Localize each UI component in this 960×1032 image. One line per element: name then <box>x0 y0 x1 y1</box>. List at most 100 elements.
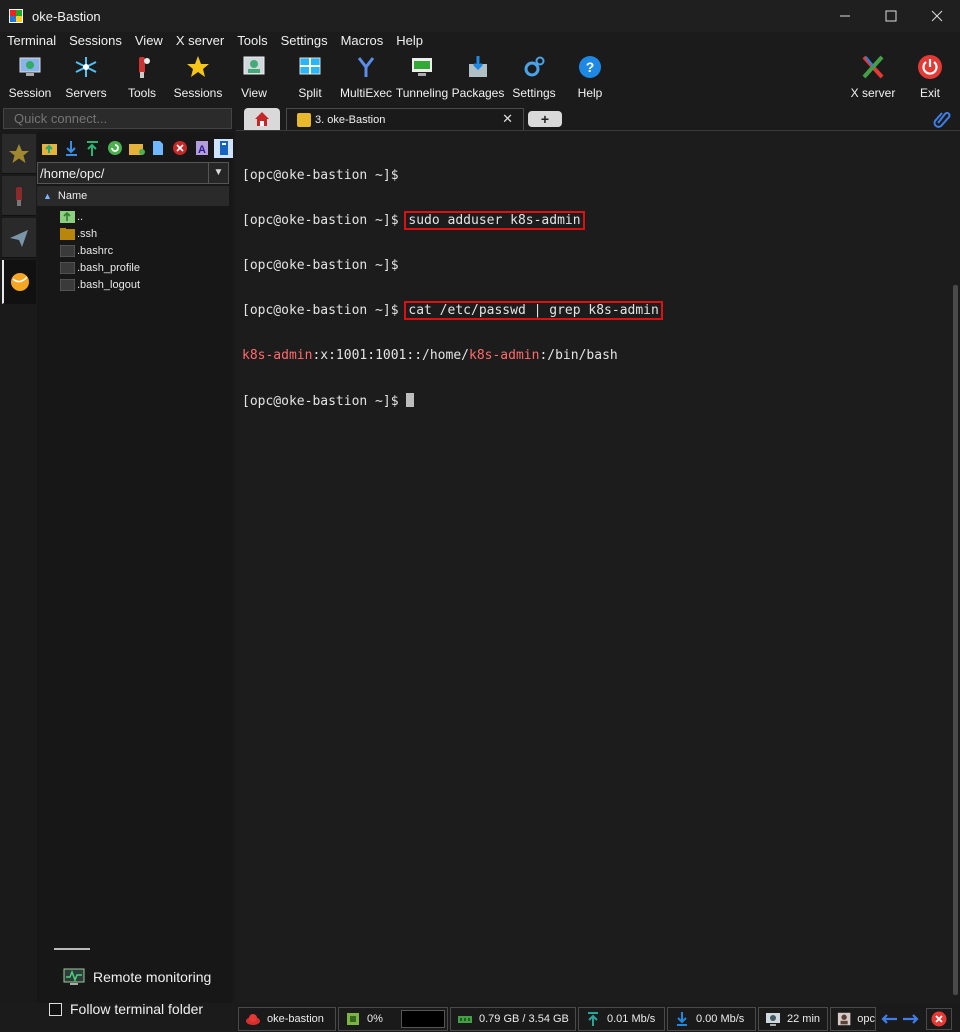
menu-settings[interactable]: Settings <box>274 32 334 50</box>
cpu-icon <box>347 1012 359 1025</box>
home-tab[interactable] <box>244 108 280 130</box>
upload-button[interactable] <box>84 139 103 158</box>
list-item-parent[interactable]: .. <box>37 208 229 225</box>
servers-icon <box>75 57 97 77</box>
tab-oke-bastion[interactable]: 3. oke-Bastion ✕ <box>286 108 524 130</box>
star-icon <box>187 56 209 77</box>
close-icon <box>931 1011 947 1026</box>
tunneling-icon <box>412 58 432 76</box>
sftp-browser: A ▼ ▲Name .. .ssh .bashrc . <box>37 132 234 1003</box>
new-tab-button[interactable]: + <box>528 111 562 127</box>
menu-terminal[interactable]: Terminal <box>0 32 62 50</box>
star-icon <box>9 143 29 163</box>
upload-icon <box>87 140 99 156</box>
delete-icon <box>173 141 188 155</box>
new-file-button[interactable] <box>149 139 168 158</box>
highlighted-command-adduser: sudo adduser k8s-admin <box>404 211 585 230</box>
file-list: .. .ssh .bashrc .bash_profile .bash_logo… <box>37 208 229 293</box>
list-item-bash-profile[interactable]: .bash_profile <box>37 259 229 276</box>
tab-bar: 3. oke-Bastion ✕ + <box>236 108 960 130</box>
x-server-icon <box>862 55 884 79</box>
status-memory: 0.79 GB / 3.54 GB <box>450 1006 576 1031</box>
maximize-button[interactable] <box>868 0 914 32</box>
menu-x-server[interactable]: X server <box>169 32 230 50</box>
menu-view[interactable]: View <box>128 32 169 50</box>
exit-button[interactable]: Exit <box>902 52 958 100</box>
tools-icon <box>139 57 150 78</box>
new-file-icon <box>153 141 164 155</box>
help-icon: ? <box>579 56 601 78</box>
quick-connect-input[interactable] <box>3 108 232 129</box>
status-cpu: 0% <box>338 1006 448 1031</box>
previous-tab-button[interactable] <box>878 1009 900 1029</box>
file-list-header[interactable]: ▲ Name <box>37 186 229 206</box>
settings-button[interactable]: Settings <box>506 52 562 100</box>
menu-help[interactable]: Help <box>389 32 429 50</box>
remote-monitoring-button[interactable]: Remote monitoring <box>63 968 211 986</box>
download-button[interactable] <box>62 139 81 158</box>
parent-folder-button[interactable] <box>40 139 59 158</box>
view-icon <box>243 56 265 75</box>
path-dropdown-button[interactable]: ▼ <box>208 163 228 183</box>
follow-terminal-folder-option[interactable]: Follow terminal folder <box>49 1001 203 1017</box>
view-button[interactable]: View <box>226 52 282 100</box>
folder-up-icon <box>60 210 75 223</box>
packages-icon <box>469 56 487 77</box>
panel-resize-handle[interactable] <box>54 948 90 950</box>
menu-sessions[interactable]: Sessions <box>62 32 128 50</box>
download-icon <box>65 140 77 156</box>
side-tab-sessions[interactable] <box>2 134 36 174</box>
x-server-button[interactable]: X server <box>845 52 901 100</box>
arrow-right-icon <box>903 1013 919 1024</box>
status-host[interactable]: oke-bastion <box>238 1006 336 1031</box>
side-tab-tools[interactable] <box>2 176 36 216</box>
side-tab-macros[interactable] <box>2 218 36 258</box>
file-icon <box>60 244 75 257</box>
status-uptime: 22 min <box>758 1006 828 1031</box>
close-icon <box>931 10 943 22</box>
memory-icon <box>458 1015 472 1023</box>
list-item-bashrc[interactable]: .bashrc <box>37 242 229 259</box>
packages-button[interactable]: Packages <box>450 52 506 100</box>
help-button[interactable]: ? Help <box>562 52 618 100</box>
properties-button[interactable] <box>214 138 234 158</box>
close-session-button[interactable] <box>926 1007 952 1030</box>
terminal-scrollbar[interactable] <box>953 285 958 995</box>
follow-folder-checkbox[interactable] <box>49 1002 62 1016</box>
paper-plane-icon <box>10 229 28 247</box>
menu-tools[interactable]: Tools <box>230 32 273 50</box>
tools-button[interactable]: Tools <box>114 52 170 100</box>
tunneling-button[interactable]: Tunneling <box>394 52 450 100</box>
menu-macros[interactable]: Macros <box>334 32 390 50</box>
status-download: 0.00 Mb/s <box>667 1006 756 1031</box>
highlighted-command-grep: cat /etc/passwd | grep k8s-admin <box>404 301 663 320</box>
session-button[interactable]: Session <box>2 52 58 100</box>
minimize-button[interactable] <box>822 0 868 32</box>
close-window-button[interactable] <box>914 0 960 32</box>
split-button[interactable]: Split <box>282 52 338 100</box>
status-user: opc <box>830 1006 876 1031</box>
sessions-button[interactable]: Sessions <box>170 52 226 100</box>
new-folder-button[interactable] <box>127 139 146 158</box>
main-toolbar: Session Servers Tools Sessions View Spli… <box>0 50 960 102</box>
window-title: oke-Bastion <box>32 8 101 24</box>
multiexec-button[interactable]: MultiExec <box>338 52 394 100</box>
rename-button[interactable]: A <box>192 139 211 158</box>
home-icon <box>255 112 269 126</box>
terminal-area[interactable]: [opc@oke-bastion ~]$ [opc@oke-bastion ~]… <box>236 130 960 1003</box>
paperclip-icon[interactable] <box>932 109 952 129</box>
minimize-icon <box>840 15 850 17</box>
close-tab-icon[interactable]: ✕ <box>502 111 513 127</box>
side-tab-sftp[interactable] <box>2 260 36 304</box>
column-name-label: Name <box>57 190 88 202</box>
next-tab-button[interactable] <box>900 1009 922 1029</box>
refresh-button[interactable] <box>105 139 124 158</box>
list-item-ssh[interactable]: .ssh <box>37 225 229 242</box>
path-input[interactable] <box>38 163 208 183</box>
list-item-bash-logout[interactable]: .bash_logout <box>37 276 229 293</box>
delete-button[interactable] <box>171 139 190 158</box>
path-field: ▼ <box>37 162 229 184</box>
servers-button[interactable]: Servers <box>58 52 114 100</box>
folder-icon <box>60 227 75 240</box>
session-tab-icon <box>297 112 311 127</box>
